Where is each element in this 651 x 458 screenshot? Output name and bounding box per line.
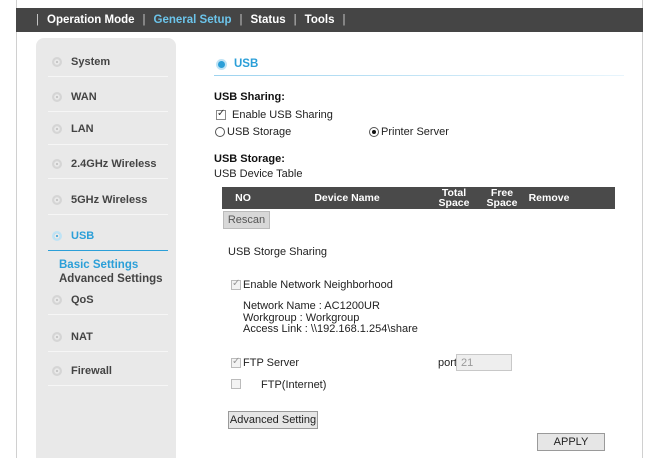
port-input[interactable]: 21	[456, 354, 512, 371]
section-bullet-icon	[216, 58, 227, 70]
printer-server-radio-label: Printer Server	[381, 126, 449, 138]
usb-storage-radio[interactable]	[215, 127, 225, 137]
nav-status[interactable]: Status	[251, 14, 286, 26]
sidebar-item-label: System	[71, 56, 111, 68]
sidebar-divider	[48, 144, 168, 145]
sidebar-divider	[48, 76, 168, 77]
network-name-value: Network Name : AC1200UR	[243, 300, 380, 312]
column-header-no: NO	[235, 192, 251, 204]
usb-storage-radio-label: USB Storage	[227, 126, 292, 138]
sidebar-item-label: 5GHz Wireless	[71, 194, 148, 206]
access-link-value: Access Link : \\192.168.1.254\share	[243, 323, 418, 335]
sidebar-item-label: NAT	[71, 331, 93, 343]
sidebar-item-system[interactable]: System	[36, 51, 176, 73]
bullet-icon	[52, 332, 62, 342]
enable-usb-sharing-label: Enable USB Sharing	[232, 109, 333, 121]
enable-network-neighborhood-checkbox[interactable]	[231, 278, 241, 290]
sidebar-item-5ghz-wireless[interactable]: 5GHz Wireless	[36, 189, 176, 211]
sidebar-item-usb[interactable]: USB	[36, 225, 176, 247]
sidebar-item-label: WAN	[71, 91, 97, 103]
bullet-icon	[52, 159, 62, 169]
sidebar-item-wan[interactable]: WAN	[36, 86, 176, 108]
nav-separator: |	[239, 14, 243, 26]
sidebar-item-label: QoS	[71, 294, 94, 306]
sidebar-item-label: USB	[71, 230, 95, 242]
sidebar-item-label: LAN	[71, 123, 94, 135]
sidebar-item-qos[interactable]: QoS	[36, 289, 176, 311]
ftp-server-checkbox[interactable]	[231, 356, 241, 368]
column-header-remove: Remove	[528, 192, 570, 204]
port-label: port	[438, 357, 457, 369]
bullet-icon	[52, 295, 62, 305]
sidebar-item-label: Firewall	[71, 365, 112, 377]
sidebar-item-firewall[interactable]: Firewall	[36, 360, 176, 382]
section-header: USB	[216, 58, 258, 70]
usb-device-table-header: NO Device Name Total Space Free Space Re…	[222, 187, 615, 209]
sidebar-subitem-advanced-settings[interactable]: Advanced Settings	[59, 273, 163, 285]
column-header-free-space: Free Space	[486, 187, 518, 209]
sidebar-divider	[48, 314, 168, 315]
sidebar-item-lan[interactable]: LAN	[36, 118, 176, 140]
ftp-internet-label: FTP(Internet)	[261, 379, 327, 391]
section-underline	[214, 75, 624, 76]
sidebar-item-label: 2.4GHz Wireless	[71, 158, 157, 170]
sidebar-item-2-4ghz-wireless[interactable]: 2.4GHz Wireless	[36, 153, 176, 175]
advanced-setting-button[interactable]: Advanced Setting	[228, 411, 318, 429]
sidebar-divider-active	[48, 250, 168, 251]
usb-device-table-title: USB Device Table	[214, 168, 303, 180]
usb-storage-sharing-title: USB Storge Sharing	[228, 246, 328, 258]
nav-separator: |	[36, 14, 39, 26]
sidebar-divider	[48, 214, 168, 215]
nav-tools[interactable]: Tools	[305, 14, 335, 26]
bullet-icon	[52, 92, 62, 102]
enable-usb-sharing-checkbox[interactable]	[216, 108, 226, 120]
nav-operation-mode[interactable]: Operation Mode	[47, 14, 135, 26]
nav-general-setup[interactable]: General Setup	[154, 14, 232, 26]
nav-separator: |	[142, 14, 146, 26]
sidebar-subitem-basic-settings[interactable]: Basic Settings	[59, 259, 138, 271]
bullet-icon	[52, 57, 62, 67]
sidebar-divider	[48, 385, 168, 386]
sidebar-item-nat[interactable]: NAT	[36, 326, 176, 348]
nav-separator: |	[293, 14, 297, 26]
sidebar-divider	[48, 111, 168, 112]
bullet-icon	[52, 231, 62, 241]
enable-network-neighborhood-label: Enable Network Neighborhood	[243, 279, 393, 291]
nav-separator: |	[342, 14, 346, 26]
rescan-button[interactable]: Rescan	[223, 211, 270, 229]
sidebar-divider	[48, 351, 168, 352]
bullet-icon	[52, 366, 62, 376]
section-title: USB	[234, 58, 259, 70]
ftp-internet-checkbox[interactable]	[231, 379, 241, 389]
sidebar: System WAN LAN 2.4GHz Wireless 5GHz Wire…	[36, 38, 176, 458]
usb-storage-heading: USB Storage:	[214, 153, 285, 165]
ftp-server-label: FTP Server	[243, 357, 300, 369]
top-nav: | Operation Mode | General Setup | Statu…	[16, 8, 643, 32]
bullet-icon	[52, 195, 62, 205]
column-header-total-space: Total Space	[438, 187, 470, 209]
apply-button[interactable]: APPLY	[537, 433, 605, 451]
sidebar-divider	[48, 178, 168, 179]
usb-sharing-heading: USB Sharing:	[214, 91, 285, 103]
bullet-icon	[52, 124, 62, 134]
main-content: USB USB Sharing: Enable USB Sharing USB …	[176, 38, 643, 458]
printer-server-radio[interactable]	[369, 127, 379, 137]
column-header-device-name: Device Name	[314, 192, 380, 204]
